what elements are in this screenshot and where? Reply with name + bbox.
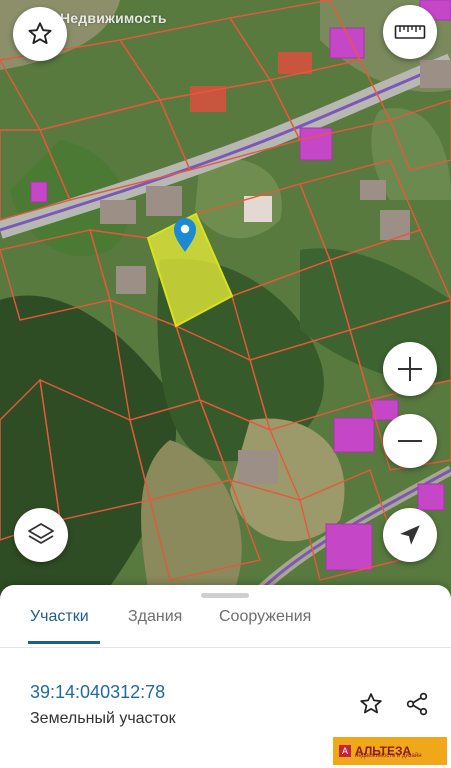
tab-buildings[interactable]: Здания — [128, 603, 182, 645]
navigation-arrow-icon — [400, 525, 420, 545]
tab-parcels[interactable]: Участки — [30, 603, 89, 645]
tab-bar: Участки Здания Сооружения — [0, 603, 451, 647]
locate-button[interactable] — [383, 508, 437, 562]
layers-icon — [28, 523, 54, 544]
star-outline-icon — [28, 22, 52, 45]
minus-icon — [398, 440, 422, 442]
plus-icon — [398, 357, 422, 381]
brand-logo: А АЛЬТЕЗА недвижимость и дизайн — [333, 737, 447, 765]
active-tab-indicator — [28, 641, 100, 644]
favorite-parcel-button[interactable] — [356, 689, 386, 719]
star-outline-icon — [360, 693, 382, 714]
brand-mark-icon: А — [339, 745, 351, 757]
zoom-in-button[interactable] — [383, 342, 437, 396]
ruler-icon — [394, 25, 426, 39]
map-view[interactable]: Недвижимость — [0, 0, 451, 600]
brand-tagline: недвижимость и дизайн — [355, 753, 422, 759]
share-icon — [406, 692, 428, 716]
zoom-out-button[interactable] — [383, 414, 437, 468]
cadastral-number[interactable]: 39:14:040312:78 — [30, 682, 165, 703]
favorite-button[interactable] — [13, 7, 67, 61]
share-button[interactable] — [402, 689, 432, 719]
watermark-text: Недвижимость — [60, 10, 167, 26]
tab-divider — [0, 647, 451, 648]
object-type: Земельный участок — [30, 710, 176, 727]
ruler-button[interactable] — [383, 5, 437, 59]
tab-structures[interactable]: Сооружения — [219, 603, 311, 645]
satellite-map[interactable] — [0, 0, 451, 600]
drag-handle[interactable] — [201, 593, 249, 598]
layers-button[interactable] — [14, 508, 68, 562]
